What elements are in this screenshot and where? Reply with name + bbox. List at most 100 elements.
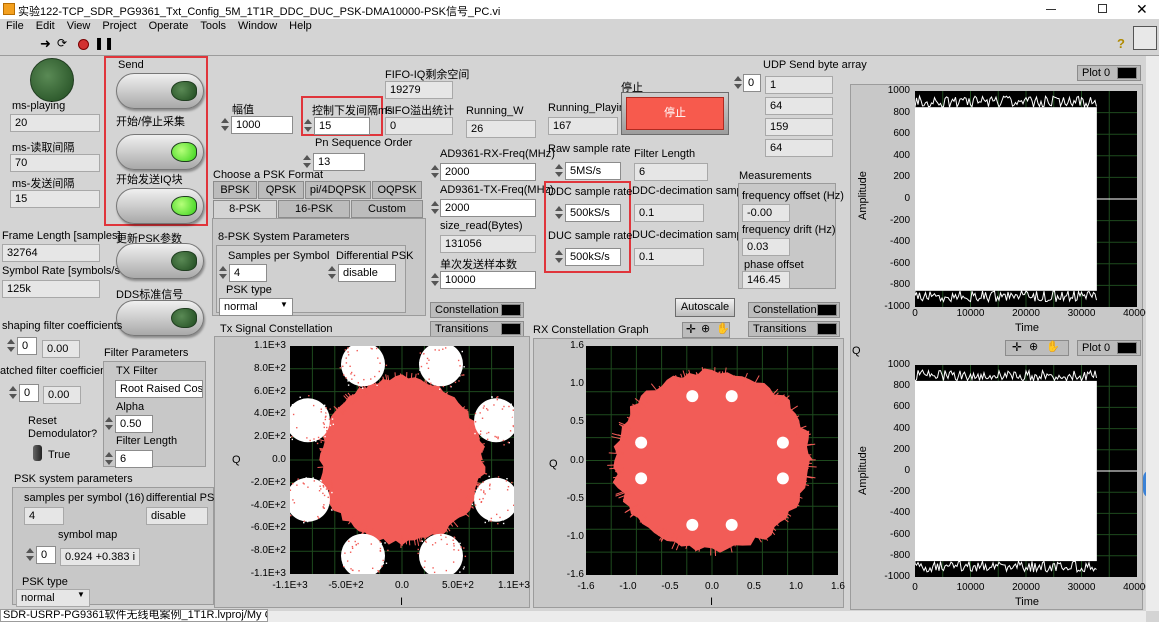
menu-view[interactable]: View [67, 20, 91, 32]
tab-qpsk[interactable]: QPSK [258, 181, 304, 199]
rx-freq-spinner[interactable] [430, 163, 440, 181]
filter-length-field[interactable]: 6 [115, 450, 153, 468]
constellation-sample [482, 414, 485, 416]
rx-freq-field[interactable]: 2000 [440, 163, 536, 181]
run-continuous-icon[interactable]: ⟳ [57, 36, 67, 50]
single-send-spinner[interactable] [430, 271, 440, 289]
raw-rate-spinner[interactable] [554, 162, 564, 180]
constellation-sample [321, 404, 323, 406]
filter-length-spinner[interactable] [104, 450, 114, 468]
pause-icon[interactable]: ❚❚ [94, 36, 114, 50]
constellation-sample [376, 383, 379, 386]
constellation-sample [345, 362, 348, 364]
stop-button[interactable]: 停止 [621, 92, 729, 135]
matched-index-spinner[interactable] [8, 384, 18, 402]
tx-constellation-chart[interactable] [290, 346, 514, 574]
start-stop-button[interactable] [116, 73, 204, 109]
symbol-map-spinner[interactable] [25, 546, 35, 564]
menu-project[interactable]: Project [102, 20, 136, 32]
tab-16-psk[interactable]: 16-PSK [278, 200, 350, 218]
menu-operate[interactable]: Operate [149, 20, 189, 32]
tab-oqpsk[interactable]: OQPSK [372, 181, 422, 199]
constellation-sample [471, 506, 474, 508]
i-time-chart[interactable] [915, 91, 1137, 307]
update-psk-button[interactable] [116, 243, 204, 279]
start-stop-label: 开始/停止采集 [116, 116, 186, 128]
crosshair-icon[interactable]: ✛ [686, 322, 696, 336]
tx-freq-spinner[interactable] [430, 199, 440, 217]
tab-8-psk[interactable]: 8-PSK [213, 200, 277, 218]
dpsk-ring[interactable]: disable [338, 264, 396, 282]
reset-toggle-switch[interactable] [33, 445, 42, 461]
q-crosshair-icon[interactable]: ✛ [1012, 340, 1022, 354]
udp-index[interactable]: 0 [743, 74, 761, 92]
alpha-spinner[interactable] [104, 415, 114, 433]
vertical-scrollbar[interactable] [1146, 56, 1159, 611]
constellation-sample [445, 569, 448, 572]
tab-bpsk[interactable]: BPSK [213, 181, 257, 199]
zoom-icon[interactable]: ⊕ [701, 322, 710, 335]
ctrl-interval-field[interactable]: 15 [314, 117, 370, 135]
rx-constellation-chart[interactable] [586, 346, 838, 575]
ddc-rate-field[interactable]: 500kS/s [565, 204, 621, 222]
duc-rate-spinner[interactable] [554, 248, 564, 266]
constellation-sample [484, 521, 486, 524]
dpsk-spinner[interactable] [327, 264, 337, 282]
constellation-sample [446, 543, 448, 545]
send-iq-button[interactable] [116, 134, 204, 170]
constellation-sample [353, 382, 356, 384]
shaping-index-spinner[interactable] [6, 337, 16, 355]
menu-tools[interactable]: Tools [200, 20, 226, 32]
sps-spinner[interactable] [218, 264, 228, 282]
maximize-button[interactable] [1098, 4, 1107, 13]
send-button[interactable] [116, 188, 204, 224]
q-zoom-icon[interactable]: ⊕ [1029, 340, 1038, 353]
tab-pi-4dqpsk[interactable]: pi/4DQPSK [305, 181, 371, 199]
q-time-chart[interactable] [915, 365, 1137, 577]
dds-button[interactable] [116, 300, 204, 336]
tx-y-tick-label: 0.0 [272, 454, 286, 465]
single-send-field[interactable]: 10000 [440, 271, 536, 289]
constellation-sample [371, 351, 373, 354]
matched-index[interactable]: 0 [19, 384, 39, 402]
abort-icon[interactable] [78, 39, 89, 50]
tx-freq-field[interactable]: 2000 [440, 199, 536, 217]
constellation-sample [304, 402, 306, 405]
udp-index-spinner[interactable] [733, 74, 743, 92]
minimize-button[interactable] [1046, 9, 1056, 10]
menu-help[interactable]: Help [289, 20, 312, 32]
tab-custom[interactable]: Custom [351, 200, 423, 218]
close-icon[interactable]: ✕ [1136, 1, 1148, 18]
amplitude-spinner[interactable] [220, 116, 230, 134]
ctrl-interval-spinner[interactable] [303, 117, 313, 135]
pan-hand-icon[interactable]: ✋ [716, 322, 730, 335]
psk-type-chevron-down-icon[interactable]: ▼ [77, 590, 85, 599]
ms-playing-value: 20 [10, 114, 100, 132]
psktype-label: PSK type [226, 284, 272, 296]
help-icon[interactable]: ? [1117, 36, 1125, 51]
horizontal-scrollbar[interactable] [268, 611, 1146, 622]
shaping-index[interactable]: 0 [17, 337, 37, 355]
constellation-sample [323, 423, 325, 425]
ddc-rate-spinner[interactable] [554, 204, 564, 222]
constellation-sample [440, 538, 443, 541]
constellation-sample [474, 432, 476, 435]
sps-field[interactable]: 4 [229, 264, 267, 282]
duc-rate-field[interactable]: 500kS/s [565, 248, 621, 266]
constellation-sample [351, 569, 354, 571]
alpha-field[interactable]: 0.50 [115, 415, 153, 433]
dds-led-icon [171, 308, 197, 328]
menu-window[interactable]: Window [238, 20, 277, 32]
constellation-sample [349, 551, 352, 553]
run-arrow-icon[interactable]: ➜ [40, 36, 51, 52]
menu-edit[interactable]: Edit [36, 20, 55, 32]
symbol-map-index[interactable]: 0 [36, 546, 56, 564]
psktype-chevron-down-icon[interactable]: ▼ [280, 300, 288, 309]
amplitude-field[interactable]: 1000 [231, 116, 293, 134]
menu-file[interactable]: File [6, 20, 24, 32]
q-y-tick-label: 1000 [887, 359, 910, 370]
q-pan-hand-icon[interactable]: ✋ [1046, 340, 1060, 353]
autoscale-button[interactable]: Autoscale [675, 298, 735, 317]
tx-filter-ring[interactable]: Root Raised Cos [115, 380, 203, 398]
raw-rate-field[interactable]: 5MS/s [565, 162, 621, 180]
